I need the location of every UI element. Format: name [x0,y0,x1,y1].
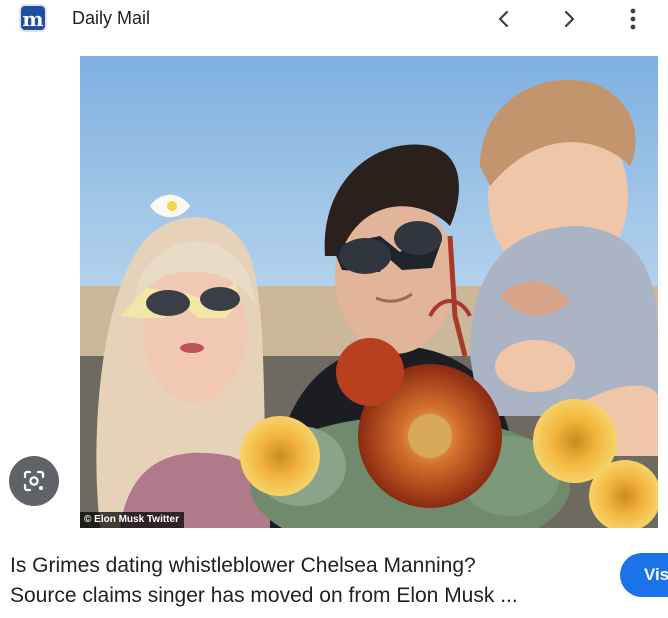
daily-mail-logo: m [19,4,47,32]
photo [80,56,658,528]
preview-image[interactable]: © Elon Musk Twitter [80,56,658,528]
source-name[interactable]: Daily Mail [72,8,150,29]
next-button[interactable] [554,4,584,34]
viewer-header: m Daily Mail [0,0,668,46]
result-title-line-1: Is Grimes dating whistleblower Chelsea M… [10,554,476,577]
more-vert-icon [630,8,636,30]
more-options-button[interactable] [618,4,648,34]
lens-search-button[interactable] [9,456,59,506]
previous-button[interactable] [489,4,519,34]
chevron-left-icon [498,10,509,28]
chevron-right-icon [564,10,575,28]
lens-icon [23,470,45,492]
image-credit: © Elon Musk Twitter [80,512,184,528]
visit-button[interactable]: Visit [620,553,668,597]
result-title[interactable]: Is Grimes dating whistleblower Chelsea M… [10,551,600,611]
result-title-line-2: Source claims singer has moved on from E… [10,584,518,607]
